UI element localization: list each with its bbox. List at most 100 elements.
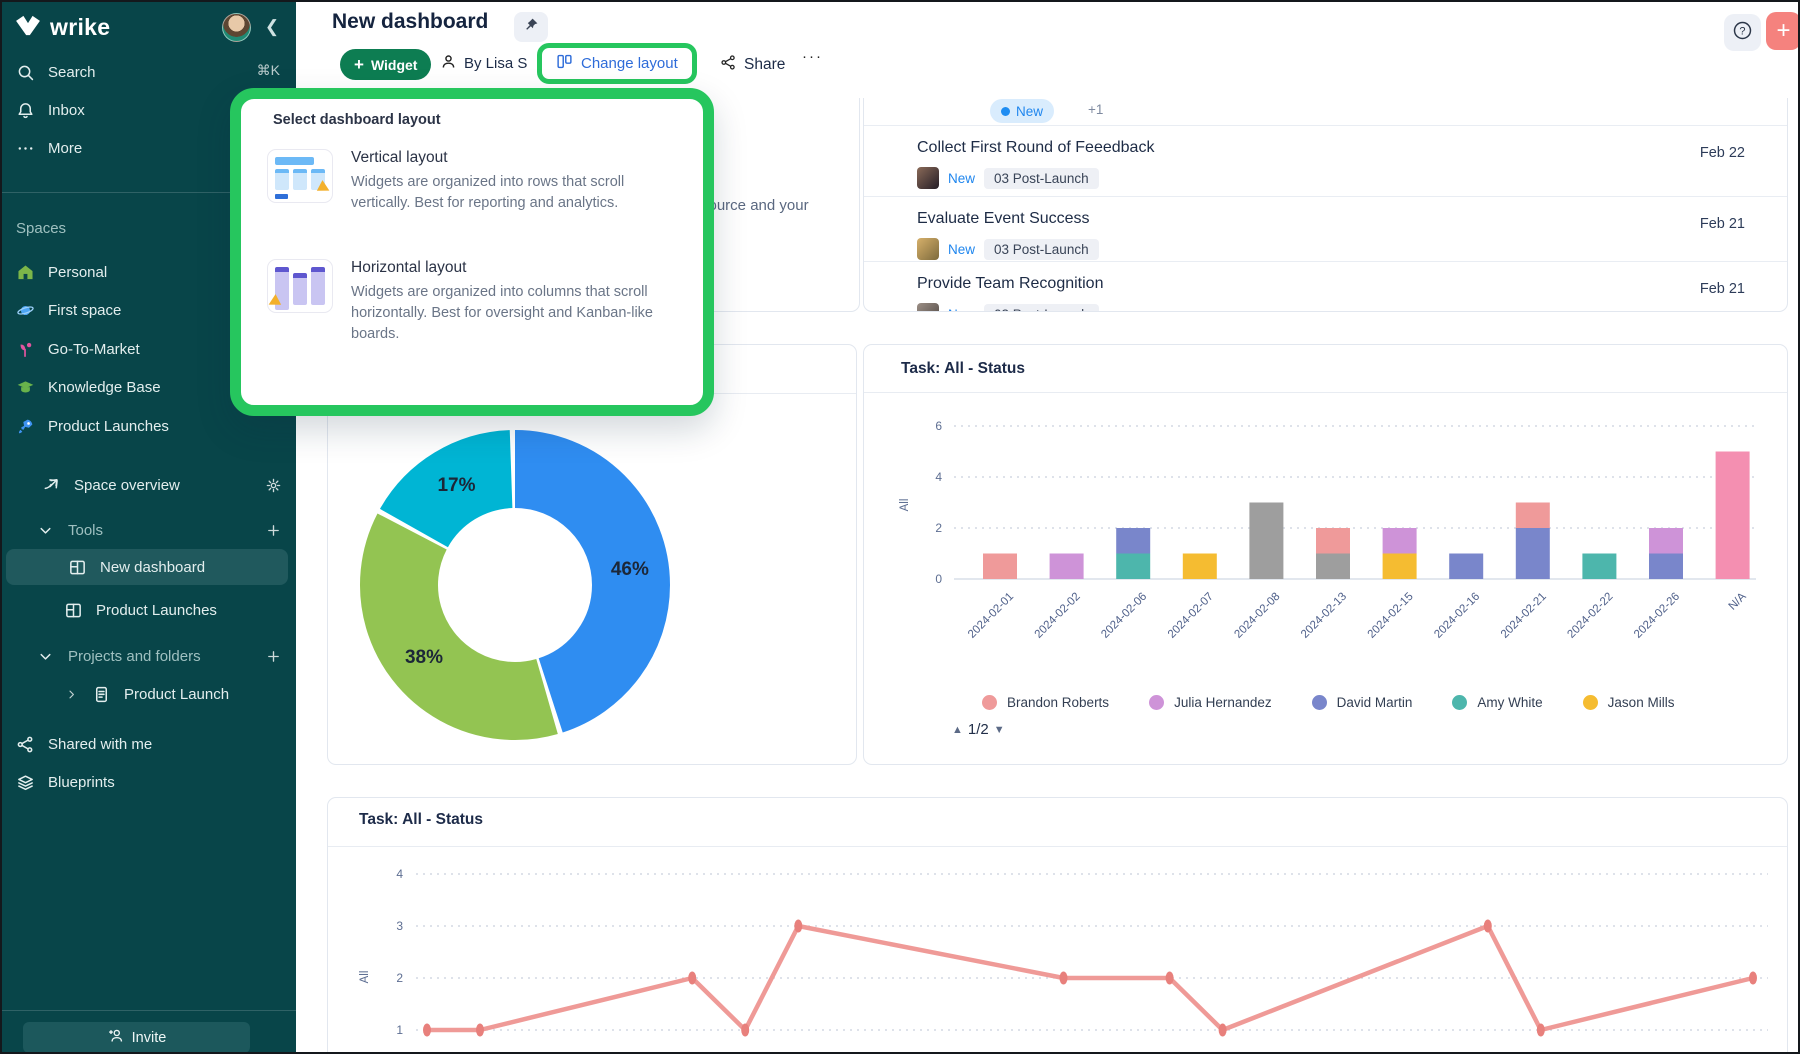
dashboard-author[interactable]: By Lisa S [440,53,527,74]
donut-percent-label: 38% [405,647,443,668]
donut-percent-label: 46% [611,559,649,580]
option-horizontal-layout[interactable]: Horizontal layout Widgets are organized … [267,259,683,345]
bar-segment[interactable] [1383,554,1417,580]
donut-chart[interactable]: 46% 38% 17% [328,394,856,764]
bar-segment[interactable] [1050,554,1084,580]
collapse-sidebar-icon[interactable]: ❮ [260,15,284,39]
sidebar-item-space-overview[interactable]: Space overview [2,467,296,503]
svg-text:2: 2 [935,521,942,535]
vertical-layout-thumbnail-icon [267,149,333,203]
pager-down-icon[interactable]: ▼ [994,724,1005,736]
sidebar-item-shared-with-me[interactable]: Shared with me [2,726,296,762]
sidebar-item-new-dashboard[interactable]: New dashboard [6,549,288,585]
sidebar-item-product-launch[interactable]: Product Launch [2,676,296,712]
task-folder-tag[interactable]: 03 Post-Launch [984,304,1099,313]
option-title: Vertical layout [351,149,681,167]
bar-segment[interactable] [1383,528,1417,554]
bar-segment[interactable] [1116,554,1150,580]
bar-segment[interactable] [983,554,1017,580]
dashboard-header: New dashboard + Widget By Lisa S Change … [296,2,1798,98]
line-chart[interactable]: 1234All [328,847,1787,1054]
wrike-logo-text: wrike [50,14,110,41]
bar-segment[interactable] [1449,554,1483,580]
bell-icon [16,101,35,120]
sidebar-divider [2,1010,296,1011]
svg-text:4: 4 [396,867,403,881]
bar-segment[interactable] [1183,554,1217,580]
sidebar-item-blueprints-label: Blueprints [48,774,282,791]
line-data-point[interactable] [1484,920,1492,933]
line-data-point[interactable] [1219,1024,1227,1037]
bar-segment[interactable] [1582,554,1616,580]
goto-icon [42,476,61,495]
legend-item[interactable]: Brandon Roberts [982,695,1109,710]
more-actions-button[interactable]: ··· [802,48,823,65]
sidebar-item-search[interactable]: Search [2,54,296,90]
bar-segment[interactable] [1649,554,1683,580]
task-row[interactable]: Provide Team RecognitionNew03 Post-Launc… [864,262,1787,312]
chevdown-icon [36,521,55,540]
change-layout-button[interactable]: Change layout [537,43,697,84]
pin-button[interactable] [514,12,548,42]
rocket-icon [16,417,35,436]
pager-up-icon[interactable]: ▲ [952,724,963,736]
assignee-avatar[interactable] [917,303,939,312]
sidebar-tools-header[interactable]: Tools [2,512,296,548]
task-rows: Collect First Round of FeeedbackNew03 Po… [864,126,1787,312]
bar-segment[interactable] [1316,528,1350,554]
home-icon [16,263,35,282]
task-row[interactable]: Evaluate Event SuccessNew03 Post-LaunchF… [864,197,1787,262]
line-data-point[interactable] [688,972,696,985]
question-icon: ? [1732,20,1753,46]
more-icon [16,139,35,158]
sidebar-projects-header[interactable]: Projects and folders [2,638,296,674]
bar-segment[interactable] [1316,554,1350,580]
legend-label: Brandon Roberts [1007,695,1109,710]
bar-segment[interactable] [1649,528,1683,554]
sidebar-logo-row: wrike ❮ [2,8,296,46]
stacked-bar-chart[interactable]: 0246All2024-02-012024-02-022024-02-06202… [864,393,1787,693]
sidebar-item-product-launches-dashboard[interactable]: Product Launches [2,592,296,628]
line-data-point[interactable] [794,920,802,933]
task-meta: New 03 Post-Launch [917,167,1099,189]
bar-segment[interactable] [1249,503,1283,580]
line-data-point[interactable] [1749,972,1757,985]
line-data-point[interactable] [741,1024,749,1037]
line-data-point[interactable] [476,1024,484,1037]
task-status[interactable]: New [948,242,975,257]
help-button[interactable]: ? [1724,14,1761,51]
line-data-point[interactable] [1060,972,1068,985]
bar-chart-widget: Task: All - Status 0246All2024-02-012024… [863,344,1788,765]
legend-pager[interactable]: ▲ 1/2 ▼ [952,721,1005,738]
add-widget-button[interactable]: + Widget [340,49,431,80]
line-data-point[interactable] [423,1024,431,1037]
task-status[interactable]: New [948,171,975,186]
task-folder-tag[interactable]: 03 Post-Launch [984,168,1099,189]
line-data-point[interactable] [1166,972,1174,985]
bar-segment[interactable] [1716,452,1750,580]
share-button[interactable]: Share [720,54,785,76]
legend-item[interactable]: Julia Hernandez [1149,695,1272,710]
donut-percent-label: 17% [437,475,475,496]
task-list-widget: New +1 Collect First Round of FeeedbackN… [863,72,1788,312]
option-description: Widgets are organized into columns that … [351,282,681,345]
sidebar-item-product-launches-dashboard-label: Product Launches [96,602,282,619]
assignee-avatar[interactable] [917,238,939,260]
user-avatar[interactable] [222,13,251,42]
task-row[interactable]: Collect First Round of FeeedbackNew03 Po… [864,126,1787,197]
bar-segment[interactable] [1116,528,1150,554]
legend-item[interactable]: David Martin [1312,695,1413,710]
bar-segment[interactable] [1516,528,1550,579]
invite-button[interactable]: Invite [23,1022,250,1053]
doc-icon [92,685,111,704]
legend-item[interactable]: Amy White [1452,695,1542,710]
task-folder-tag[interactable]: 03 Post-Launch [984,239,1099,260]
legend-item[interactable]: Jason Mills [1583,695,1675,710]
sidebar-item-blueprints[interactable]: Blueprints [2,764,296,800]
line-data-point[interactable] [1537,1024,1545,1037]
quick-add-button[interactable]: + [1766,12,1800,50]
bar-segment[interactable] [1516,503,1550,529]
option-vertical-layout[interactable]: Vertical layout Widgets are organized in… [267,149,683,214]
assignee-avatar[interactable] [917,167,939,189]
task-status[interactable]: New [948,307,975,313]
